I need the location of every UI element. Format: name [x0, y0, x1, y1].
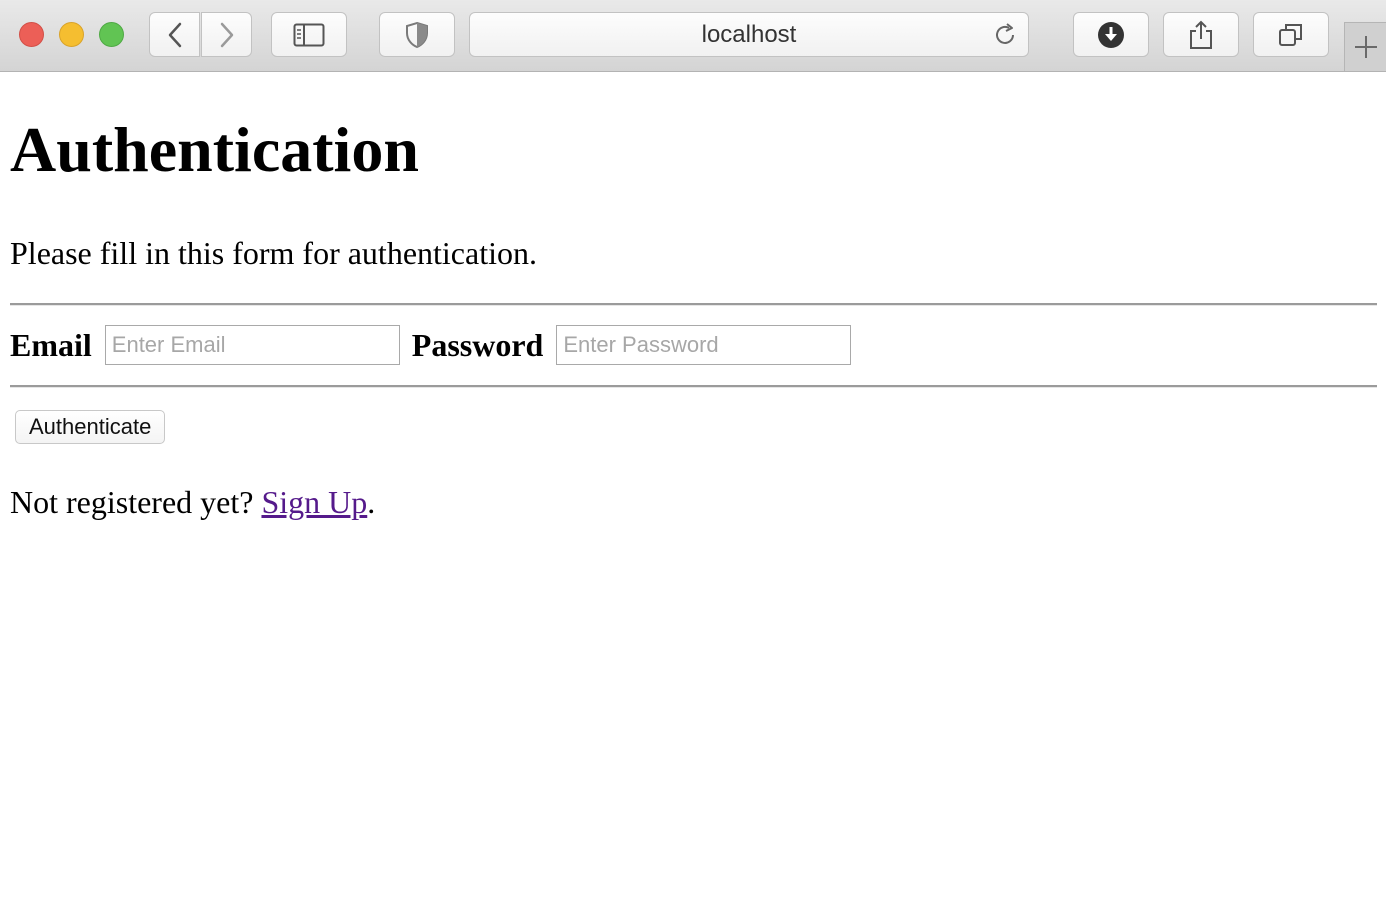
- share-button[interactable]: [1163, 12, 1239, 57]
- browser-toolbar: localhost: [0, 0, 1386, 72]
- window-minimize-button[interactable]: [59, 22, 84, 47]
- email-label: Email: [10, 326, 92, 363]
- password-field[interactable]: [556, 325, 852, 365]
- email-field[interactable]: [104, 325, 400, 365]
- divider-bottom: [10, 384, 1377, 388]
- auth-form-row: Email Password: [10, 306, 1377, 385]
- password-label: Password: [411, 326, 544, 363]
- new-tab-button[interactable]: [1344, 22, 1386, 71]
- page-content: Authentication Please fill in this form …: [0, 72, 1386, 520]
- download-icon: [1098, 21, 1124, 48]
- signup-prefix: Not registered yet?: [10, 483, 262, 520]
- forward-button[interactable]: [201, 12, 252, 57]
- sidebar-icon: [293, 23, 325, 46]
- show-tabs-button[interactable]: [1253, 12, 1329, 57]
- reload-icon[interactable]: [992, 22, 1018, 48]
- page-title: Authentication: [10, 114, 419, 185]
- shield-icon: [406, 21, 428, 48]
- url-text: localhost: [701, 20, 797, 48]
- chevron-right-icon: [220, 22, 233, 47]
- window-close-button[interactable]: [19, 22, 44, 47]
- back-button[interactable]: [149, 12, 200, 57]
- chevron-left-icon: [168, 22, 181, 47]
- window-zoom-button[interactable]: [99, 22, 124, 47]
- share-icon: [1190, 20, 1212, 49]
- authenticate-button[interactable]: Authenticate: [15, 409, 166, 444]
- tabs-icon: [1279, 23, 1302, 46]
- plus-icon: [1354, 36, 1377, 58]
- signup-prompt: Not registered yet? Sign Up.: [10, 484, 1377, 520]
- address-bar[interactable]: localhost: [469, 12, 1029, 57]
- intro-text: Please fill in this form for authenticat…: [10, 235, 537, 271]
- privacy-report-button[interactable]: [379, 12, 455, 57]
- downloads-button[interactable]: [1073, 12, 1149, 57]
- sign-up-link[interactable]: Sign Up: [261, 484, 367, 520]
- sidebar-toggle-button[interactable]: [271, 12, 347, 57]
- signup-suffix: .: [367, 483, 376, 520]
